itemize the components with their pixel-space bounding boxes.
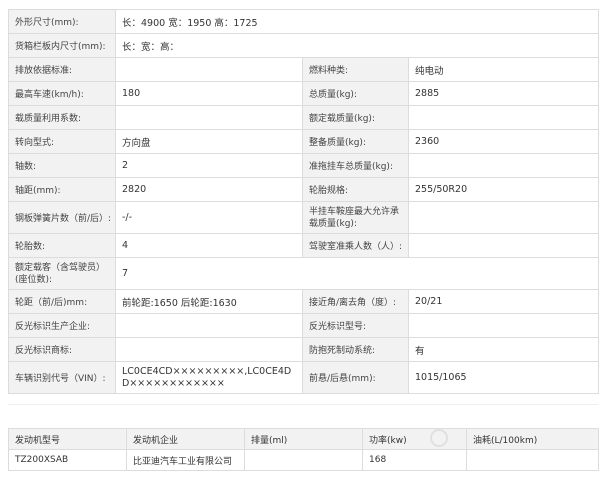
spec-row-cargo-box: 货箱栏板内尺寸(mm): 长：宽：高： [8,33,600,58]
axles-label: 轴数: [8,153,116,178]
spec-row-axles-trailer: 轴数: 2 准拖挂车总质量(kg): [8,153,600,178]
spec-row-dimensions: 外形尺寸(mm): 长：4900 宽：1950 高：1725 [8,9,600,34]
spec-row-springs-semi: 钢板弹簧片数（前/后）: -/- 半挂车鞍座最大允许承载质量(kg): [8,201,600,234]
trailer-mass-label: 准拖挂车总质量(kg): [302,153,409,178]
engine-displacement-value [244,449,363,471]
engine-power-value: 168 [362,449,467,471]
load-util-label: 载质量利用系数: [8,105,116,130]
gross-mass-value: 2885 [407,81,600,106]
cab-seats-label: 驾驶室准乘人数（人）: [302,233,409,258]
spec-row-load: 载质量利用系数: 额定载质量(kg): [8,105,600,130]
tire-label: 轮胎规格: [302,177,409,202]
semi-trailer-label: 半挂车鞍座最大允许承载质量(kg): [302,201,409,234]
steering-value: 方向盘 [115,129,303,154]
tire-value: 255/50R20 [407,177,600,202]
tires-count-label: 轮胎数: [8,233,116,258]
engine-header-fuel-consumption: 油耗(L/100km) [466,428,599,450]
trailer-mass-value [407,153,600,178]
rated-load-label: 额定载质量(kg): [302,105,409,130]
vin-label: 车辆识别代号（VIN）: [8,361,116,394]
engine-header-displacement: 排量(ml) [244,428,363,450]
springs-value: -/- [115,201,303,234]
reflector-maker-value [115,313,303,338]
reflector-brand-value [115,337,303,362]
wheelbase-label: 轴距(mm): [8,177,116,202]
wheelbase-value: 2820 [115,177,303,202]
approach-label: 接近角/离去角（度）: [302,289,409,314]
spec-row-reflector: 反光标识生产企业: 反光标识型号: [8,313,600,338]
vehicle-spec-table: 外形尺寸(mm): 长：4900 宽：1950 高：1725 货箱栏板内尺寸(m… [8,9,600,394]
engine-model-value: TZ200XSAB [8,449,127,471]
spec-row-speed-mass: 最高车速(km/h): 180 总质量(kg): 2885 [8,81,600,106]
spec-row-brand-abs: 反光标识商标: 防抱死制动系统: 有 [8,337,600,362]
rated-passengers-label: 额定载客（含驾驶员）(座位数): [8,257,116,290]
reflector-brand-label: 反光标识商标: [8,337,116,362]
spec-row-tires-cab: 轮胎数: 4 驾驶室准乘人数（人）: [8,233,600,258]
reflector-maker-label: 反光标识生产企业: [8,313,116,338]
fuel-value: 纯电动 [407,57,600,82]
overhang-label: 前悬/后悬(mm): [302,361,409,394]
dimensions-label: 外形尺寸(mm): [8,9,116,34]
dimensions-value: 长：4900 宽：1950 高：1725 [114,9,600,34]
spec-row-emission-fuel: 排放依据标准: 燃料种类: 纯电动 [8,57,600,82]
engine-header-maker: 发动机企业 [126,428,245,450]
max-speed-label: 最高车速(km/h): [8,81,116,106]
engine-header-model: 发动机型号 [8,428,127,450]
steering-label: 转向型式: [8,129,116,154]
emission-value [115,57,303,82]
cab-seats-value [407,233,600,258]
reflector-model-label: 反光标识型号: [302,313,409,338]
overhang-value: 1015/1065 [407,361,600,394]
emission-label: 排放依据标准: [8,57,116,82]
engine-maker-value: 比亚迪汽车工业有限公司 [126,449,245,471]
abs-label: 防抱死制动系统: [302,337,409,362]
track-value: 前轮距:1650 后轮距:1630 [115,289,303,314]
axles-value: 2 [115,153,303,178]
vin-value: LC0CE4CD×××××××××,LC0CE4DD×××××××××××× [115,361,303,394]
reflector-model-value [407,313,600,338]
rated-load-value [407,105,600,130]
spec-row-steering-curb: 转向型式: 方向盘 整备质量(kg): 2360 [8,129,600,154]
cargo-box-label: 货箱栏板内尺寸(mm): [8,33,116,58]
engine-header-power: 功率(kw) [362,428,467,450]
section-divider [8,404,598,405]
curb-mass-value: 2360 [407,129,600,154]
springs-label: 钢板弹簧片数（前/后）: [8,201,116,234]
curb-mass-label: 整备质量(kg): [302,129,409,154]
engine-fuel-consumption-value [466,449,599,471]
spec-row-wheelbase-tire: 轴距(mm): 2820 轮胎规格: 255/50R20 [8,177,600,202]
max-speed-value: 180 [115,81,303,106]
engine-header-row: 发动机型号 发动机企业 排量(ml) 功率(kw) 油耗(L/100km) [8,428,599,450]
engine-data-row: TZ200XSAB 比亚迪汽车工业有限公司 168 [8,449,599,471]
track-label: 轮距（前/后)mm: [8,289,116,314]
rated-passengers-value: 7 [114,257,600,290]
spec-row-vin-overhang: 车辆识别代号（VIN）: LC0CE4CD×××××××××,LC0CE4DD×… [8,361,600,394]
semi-trailer-value [407,201,600,234]
approach-value: 20/21 [407,289,600,314]
abs-value: 有 [407,337,600,362]
gross-mass-label: 总质量(kg): [302,81,409,106]
spec-row-track-approach: 轮距（前/后)mm: 前轮距:1650 后轮距:1630 接近角/离去角（度）:… [8,289,600,314]
spec-row-passengers: 额定载客（含驾驶员）(座位数): 7 [8,257,600,290]
engine-table: 发动机型号 发动机企业 排量(ml) 功率(kw) 油耗(L/100km) TZ… [8,428,599,471]
fuel-label: 燃料种类: [302,57,409,82]
cargo-box-value: 长：宽：高： [114,33,600,58]
tires-count-value: 4 [115,233,303,258]
load-util-value [115,105,303,130]
